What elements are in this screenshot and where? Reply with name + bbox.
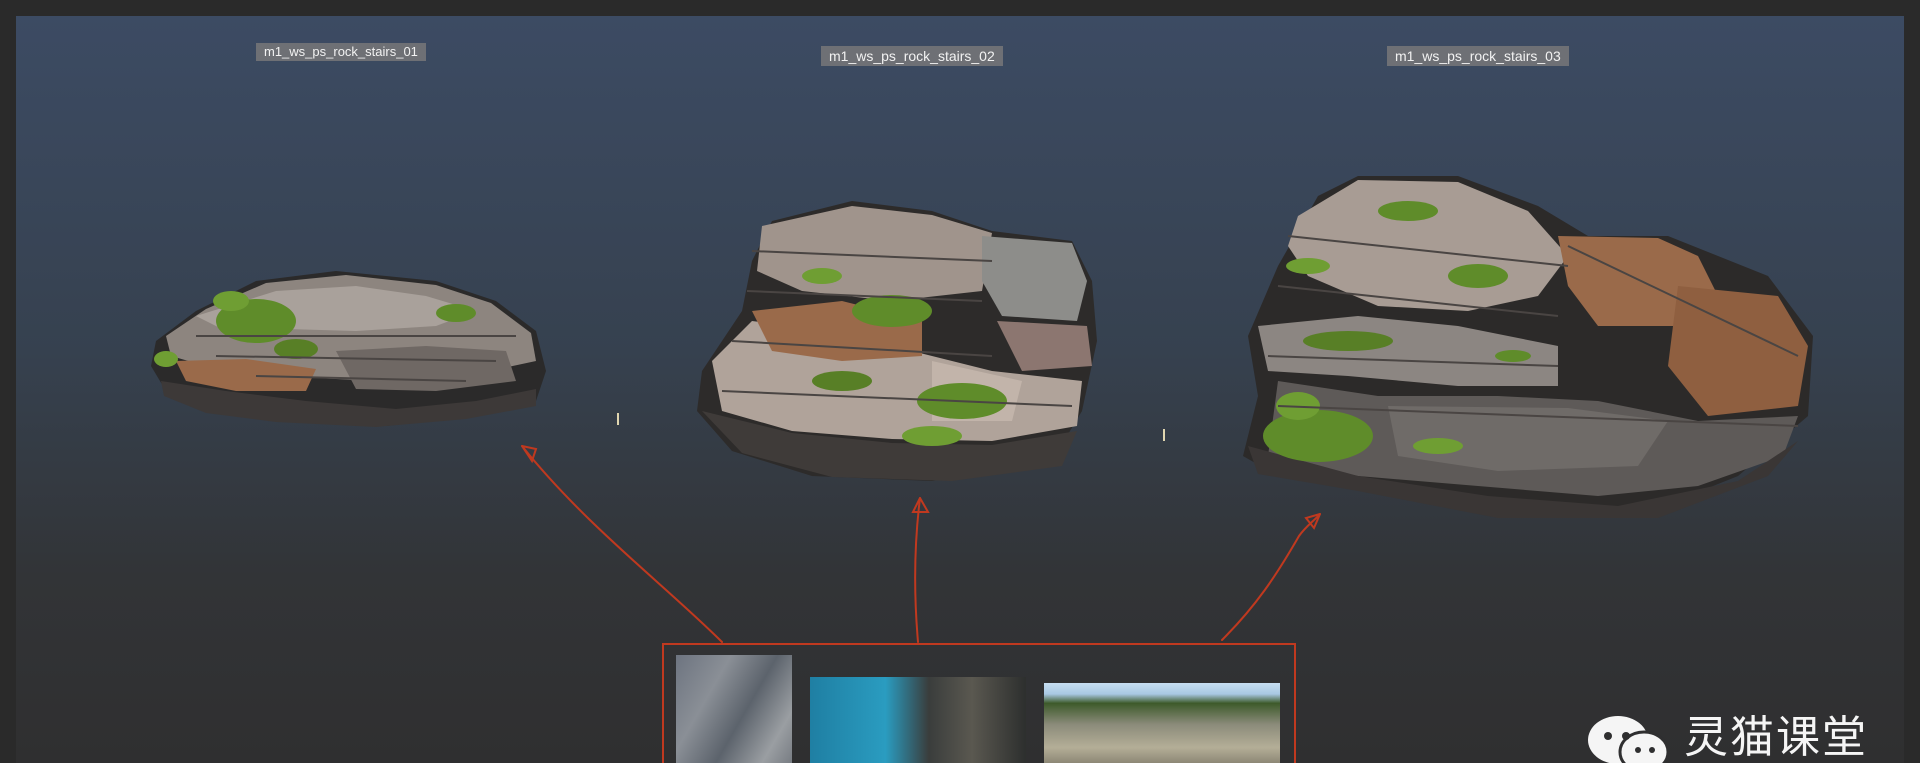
reference-photos-frame — [662, 643, 1296, 763]
3d-viewport[interactable]: m1_ws_ps_rock_stairs_01 m1_ws_ps_rock_st… — [16, 16, 1904, 763]
arrow-head-rock-02 — [911, 497, 930, 513]
reference-photo-cliff-face[interactable] — [676, 655, 792, 763]
wechat-icon — [1588, 716, 1670, 763]
watermark: 灵猫课堂 — [1584, 712, 1904, 763]
reference-photo-mountain-cliff[interactable] — [1044, 683, 1280, 763]
reference-photo-coastal-rocks[interactable] — [810, 677, 1026, 763]
arrow-to-rock-03 — [1221, 513, 1321, 641]
watermark-text: 灵猫课堂 — [1684, 712, 1868, 763]
arrow-to-rock-01 — [521, 445, 723, 643]
arrow-to-rock-02 — [914, 497, 921, 643]
